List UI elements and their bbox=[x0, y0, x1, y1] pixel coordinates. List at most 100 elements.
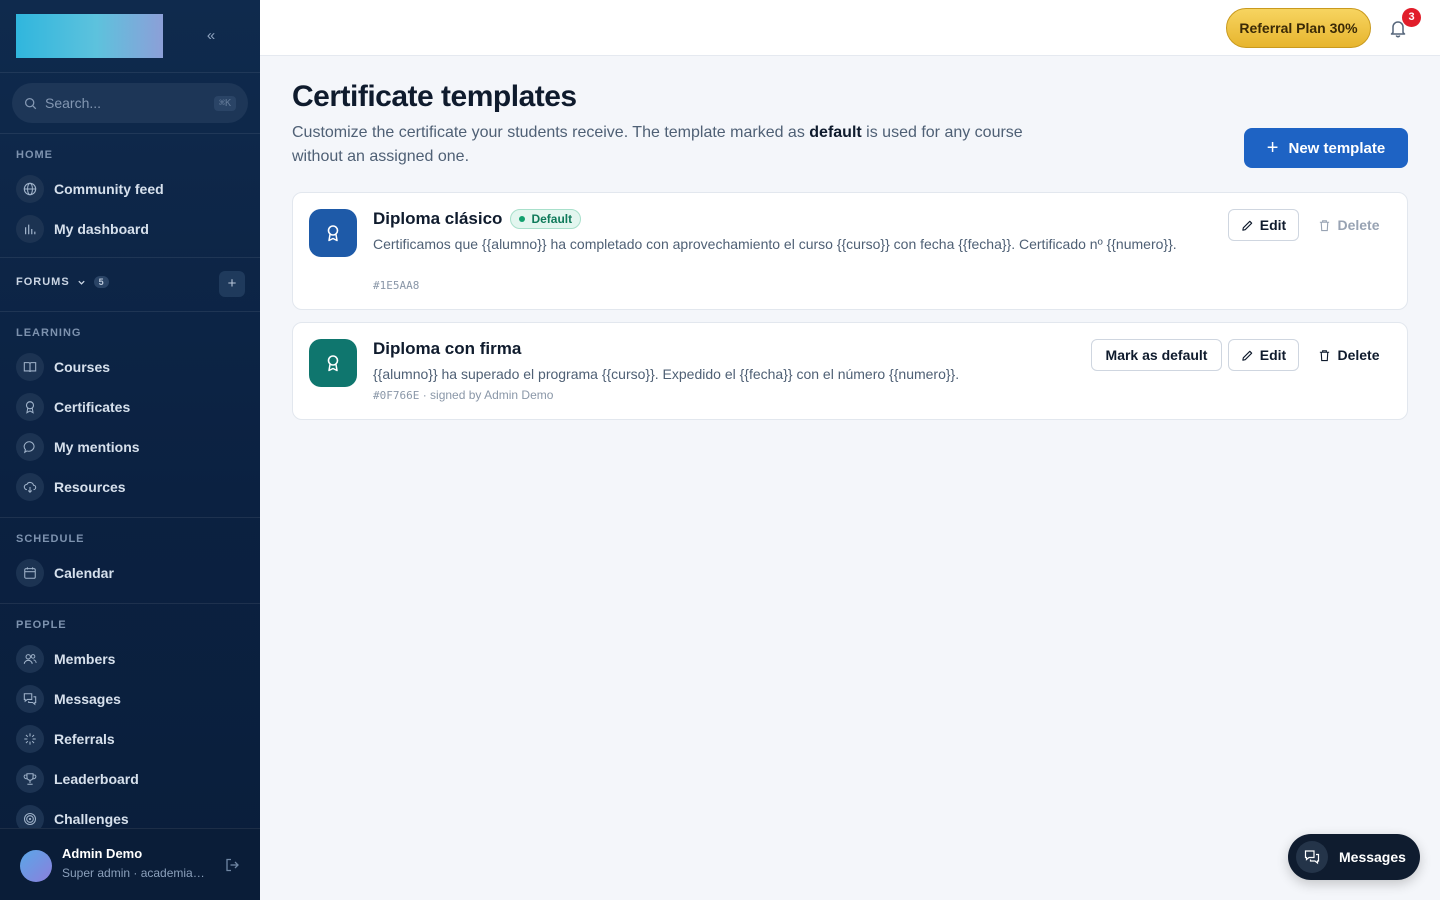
sidebar-item-label: Calendar bbox=[54, 565, 114, 581]
collapse-sidebar-icon[interactable]: « bbox=[202, 27, 220, 45]
default-badge-label: Default bbox=[531, 212, 573, 226]
forums-label: FORUMS bbox=[16, 276, 70, 288]
sidebar-item-label: Members bbox=[54, 651, 116, 667]
calendar-icon bbox=[16, 559, 44, 587]
new-template-button[interactable]: + New template bbox=[1244, 128, 1408, 168]
edit-label: Edit bbox=[1259, 347, 1287, 363]
sidebar-item-community-feed[interactable]: Community feed bbox=[16, 173, 246, 205]
trash-icon bbox=[1320, 349, 1330, 361]
template-meta: #1E5AA8 bbox=[373, 278, 419, 292]
forums-toggle[interactable]: FORUMS 5 bbox=[16, 276, 109, 288]
referral-plan-button[interactable]: Referral Plan 30% bbox=[1226, 8, 1371, 48]
sidebar: « Search... ⌘K HOME Community feed My da… bbox=[0, 0, 260, 900]
messages-icon bbox=[16, 685, 44, 713]
chat-bubble-icon bbox=[16, 433, 44, 461]
status-dot bbox=[519, 216, 526, 222]
trash-icon bbox=[1320, 219, 1330, 231]
sidebar-item-calendar[interactable]: Calendar bbox=[16, 557, 246, 589]
delete-label: Delete bbox=[1337, 217, 1380, 233]
template-body: {{alumno}} ha superado el programa {{cur… bbox=[373, 366, 960, 382]
logout-icon[interactable] bbox=[224, 857, 240, 873]
sparkle-icon bbox=[16, 725, 44, 753]
edit-button[interactable]: Edit bbox=[1228, 209, 1299, 241]
template-card: Diploma con firma {{alumno}} ha superado… bbox=[292, 322, 1408, 420]
divider bbox=[0, 603, 260, 604]
sidebar-item-label: Referrals bbox=[54, 731, 115, 747]
sidebar-item-resources[interactable]: Resources bbox=[16, 471, 246, 503]
notification-count-badge: 3 bbox=[1402, 8, 1421, 27]
section-people: PEOPLE bbox=[16, 619, 67, 631]
delete-button[interactable]: Delete bbox=[1307, 339, 1391, 371]
user-role: Super admin · academia-demo bbox=[62, 866, 207, 880]
floating-messages-button[interactable]: Messages bbox=[1288, 834, 1420, 880]
sidebar-item-my-mentions[interactable]: My mentions bbox=[16, 431, 246, 463]
pencil-icon bbox=[1242, 350, 1253, 361]
messages-icon bbox=[1296, 841, 1328, 873]
forums-count: 5 bbox=[93, 276, 109, 288]
section-schedule: SCHEDULE bbox=[16, 533, 85, 545]
template-color-hex: #0F766E bbox=[373, 389, 420, 402]
sidebar-item-members[interactable]: Members bbox=[16, 643, 246, 675]
sidebar-item-label: Community feed bbox=[54, 181, 164, 197]
topbar: Referral Plan 30% 3 bbox=[260, 0, 1440, 56]
sidebar-item-label: Resources bbox=[54, 479, 126, 495]
search-input[interactable]: Search... ⌘K bbox=[12, 83, 248, 123]
sidebar-item-label: Challenges bbox=[54, 811, 129, 827]
template-signer: · signed by Admin Demo bbox=[419, 388, 554, 402]
edit-button[interactable]: Edit bbox=[1228, 339, 1299, 371]
divider bbox=[0, 311, 260, 312]
logo[interactable] bbox=[16, 14, 163, 58]
sidebar-item-leaderboard[interactable]: Leaderboard bbox=[16, 763, 246, 795]
add-forum-button[interactable]: + bbox=[219, 271, 245, 297]
template-body: Certificamos que {{alumno}} ha completad… bbox=[373, 236, 1177, 252]
template-name-text: Diploma con firma bbox=[373, 339, 522, 358]
template-meta: #0F766E · signed by Admin Demo bbox=[373, 388, 553, 402]
sidebar-header: « bbox=[0, 0, 260, 73]
divider bbox=[0, 517, 260, 518]
sidebar-item-my-dashboard[interactable]: My dashboard bbox=[16, 213, 246, 245]
globe-icon bbox=[16, 175, 44, 203]
template-card: Diploma clásico Default Certificamos que … bbox=[292, 192, 1408, 310]
subtitle-text: Customize the certificate your students … bbox=[292, 124, 810, 141]
template-color-hex: #1E5AA8 bbox=[373, 279, 420, 292]
sidebar-item-certificates[interactable]: Certificates bbox=[16, 391, 246, 423]
divider bbox=[0, 133, 260, 134]
page-subtitle: Customize the certificate your students … bbox=[292, 121, 1032, 169]
sidebar-item-label: Certificates bbox=[54, 399, 131, 415]
search-placeholder: Search... bbox=[45, 95, 102, 111]
sidebar-item-label: My dashboard bbox=[54, 221, 149, 237]
divider bbox=[0, 257, 260, 258]
current-user[interactable]: Admin Demo Super admin · academia-demo bbox=[0, 828, 260, 900]
template-name-text: Diploma clásico bbox=[373, 209, 503, 228]
award-icon bbox=[309, 339, 357, 387]
sidebar-item-label: Messages bbox=[54, 691, 121, 707]
search-shortcut: ⌘K bbox=[213, 95, 236, 111]
subtitle-emphasis: default bbox=[809, 124, 862, 141]
book-icon bbox=[16, 353, 44, 381]
template-name: Diploma clásico Default bbox=[373, 209, 582, 229]
sidebar-item-label: My mentions bbox=[54, 439, 140, 455]
new-template-label: New template bbox=[1288, 139, 1386, 157]
trophy-icon bbox=[16, 765, 44, 793]
section-home: HOME bbox=[16, 149, 53, 161]
section-learning: LEARNING bbox=[16, 327, 82, 339]
sidebar-item-courses[interactable]: Courses bbox=[16, 351, 246, 383]
default-badge: Default bbox=[510, 209, 582, 229]
mark-as-default-button[interactable]: Mark as default bbox=[1091, 339, 1222, 371]
delete-button[interactable]: Delete bbox=[1307, 209, 1391, 241]
user-name: Admin Demo bbox=[62, 846, 143, 861]
award-icon bbox=[309, 209, 357, 257]
edit-label: Edit bbox=[1259, 217, 1287, 233]
plus-icon: + bbox=[1266, 137, 1279, 159]
avatar bbox=[20, 850, 52, 882]
chevron-down-icon bbox=[78, 280, 85, 285]
bar-chart-icon bbox=[16, 215, 44, 243]
messages-label: Messages bbox=[1339, 849, 1406, 865]
search-icon bbox=[24, 97, 37, 109]
template-name: Diploma con firma bbox=[373, 339, 521, 359]
sidebar-item-messages[interactable]: Messages bbox=[16, 683, 246, 715]
cloud-download-icon bbox=[16, 473, 44, 501]
sidebar-item-label: Leaderboard bbox=[54, 771, 139, 787]
sidebar-item-referrals[interactable]: Referrals bbox=[16, 723, 246, 755]
pencil-icon bbox=[1242, 220, 1253, 231]
